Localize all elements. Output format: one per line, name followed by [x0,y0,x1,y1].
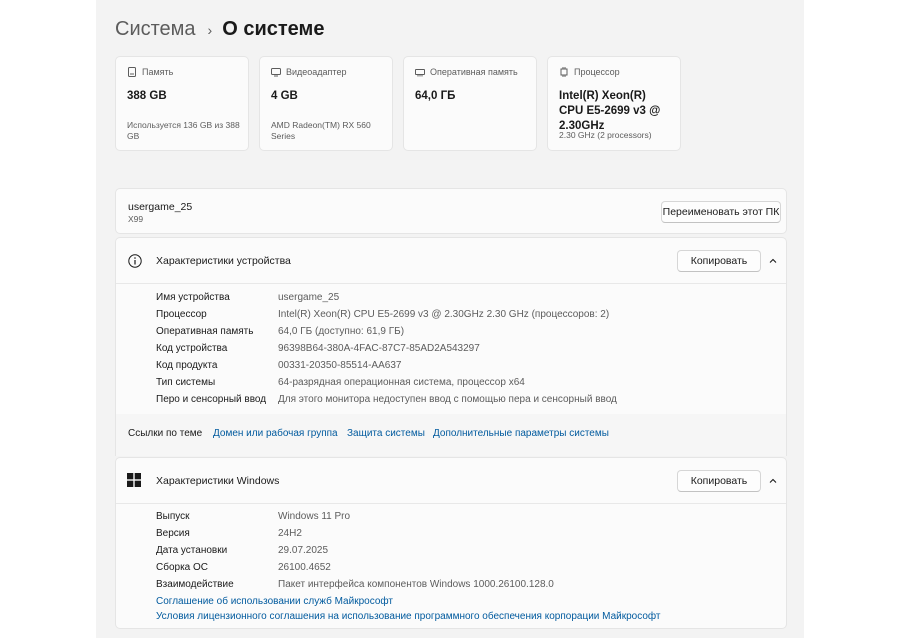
gpu-model: AMD Radeon(TM) RX 560 Series [271,120,371,141]
ram-card[interactable]: Оперативная память 64,0 ГБ [403,56,537,151]
copy-windows-specs-button[interactable]: Копировать [677,470,761,492]
spec-value: 24H2 [278,528,302,539]
cpu-label: Процессор [574,67,620,77]
spec-label: Версия [156,528,190,539]
copy-device-specs-button[interactable]: Копировать [677,250,761,272]
windows-specs-section: Характеристики Windows Копировать Выпуск… [115,457,787,629]
storage-label: Память [142,67,174,77]
gpu-value: 4 GB [271,90,298,102]
spec-label: Код продукта [156,360,218,371]
spec-value: Пакет интерфейса компонентов Windows 100… [278,579,554,590]
storage-card[interactable]: Память 388 GB Используется 136 GB из 388… [115,56,249,151]
info-icon [128,254,142,268]
pc-name-card: usergame_25 X99 Переименовать этот ПК [115,188,787,234]
storage-icon [128,67,136,77]
spec-label: Имя устройства [156,292,230,303]
device-specs-title: Характеристики устройства [156,255,291,267]
ram-icon [415,69,425,77]
rename-pc-button[interactable]: Переименовать этот ПК [661,201,781,223]
storage-value: 388 GB [127,90,167,102]
ram-value: 64,0 ГБ [415,90,456,102]
spec-label: Код устройства [156,343,228,354]
gpu-icon [271,68,281,77]
spec-label: Процессор [156,309,207,320]
page-title: О системе [222,18,325,40]
windows-specs-header[interactable]: Характеристики Windows Копировать [116,458,786,504]
spec-value: 26100.4652 [278,562,331,573]
spec-label: Оперативная память [156,326,254,337]
system-protection-link[interactable]: Защита системы [347,428,425,439]
settings-window: Система › О системе Память 388 GB Исполь… [96,0,804,638]
ms-license-terms-link[interactable]: Условия лицензионного соглашения на испо… [156,611,661,622]
spec-value: 00331-20350-85514-AA637 [278,360,402,371]
spec-label: Взаимодействие [156,579,234,590]
storage-usage: Используется 136 GB из 388 GB [127,120,240,141]
spec-value: 64,0 ГБ (доступно: 61,9 ГБ) [278,326,405,337]
cpu-value: Intel(R) Xeon(R) CPU E5-2699 v3 @ 2.30GH… [559,90,661,132]
spec-label: Выпуск [156,511,190,522]
spec-value: 29.07.2025 [278,545,329,556]
cpu-sub: 2.30 GHz (2 processors) [559,130,652,140]
chevron-up-icon[interactable] [768,476,778,486]
pc-model: X99 [128,214,144,224]
spec-value: Windows 11 Pro [278,511,351,522]
device-specs-section: Характеристики устройства Копировать Имя… [115,237,787,415]
breadcrumb-chevron-icon: › [207,21,213,38]
spec-label: Сборка ОС [156,562,209,573]
gpu-card[interactable]: Видеоадаптер 4 GB AMD Radeon(TM) RX 560 … [259,56,393,151]
cpu-icon [560,67,568,77]
spec-label: Дата установки [156,545,228,556]
windows-specs-title: Характеристики Windows [156,475,280,487]
related-links-label: Ссылки по теме [128,428,203,439]
ms-services-agreement-link[interactable]: Соглашение об использовании служб Майкро… [156,596,393,607]
domain-workgroup-link[interactable]: Домен или рабочая группа [213,428,338,439]
spec-value: usergame_25 [278,292,340,303]
spec-label: Перо и сенсорный ввод [156,394,267,405]
gpu-label: Видеоадаптер [286,67,347,77]
cpu-card[interactable]: Процессор Intel(R) Xeon(R) CPU E5-2699 v… [547,56,681,151]
spec-value: 64-разрядная операционная система, проце… [278,377,525,388]
spec-value: 96398B64-380A-4FAC-87C7-85AD2A543297 [278,343,480,354]
spec-value: Для этого монитора недоступен ввод с пом… [278,394,617,405]
windows-logo-icon [127,473,141,487]
breadcrumb: Система › О системе [115,18,324,41]
spec-label: Тип системы [156,377,216,388]
pc-name: usergame_25 [128,201,193,213]
spec-value: Intel(R) Xeon(R) CPU E5-2699 v3 @ 2.30GH… [278,309,610,320]
advanced-system-settings-link[interactable]: Дополнительные параметры системы [433,428,609,439]
device-specs-header[interactable]: Характеристики устройства Копировать [116,238,786,284]
breadcrumb-parent[interactable]: Система [115,18,196,41]
chevron-up-icon[interactable] [768,256,778,266]
related-links-bar: Ссылки по теме Домен или рабочая группа … [115,414,787,456]
ram-label: Оперативная память [430,67,518,77]
